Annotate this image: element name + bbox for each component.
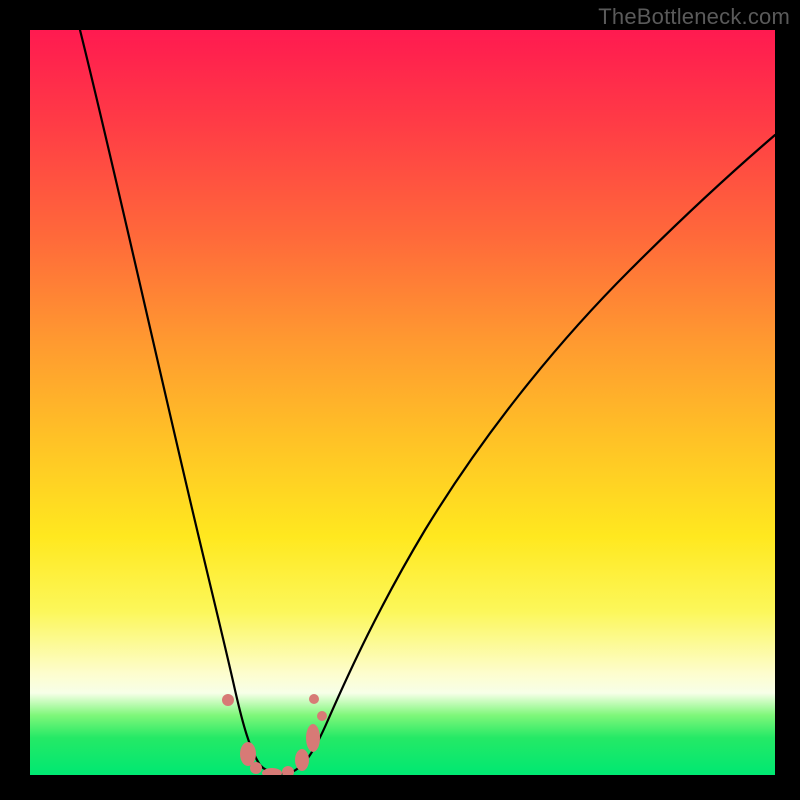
bottleneck-curve	[80, 30, 775, 774]
plot-area	[30, 30, 775, 775]
marker-blob	[295, 749, 309, 771]
marker-blob	[306, 724, 320, 752]
marker-dot	[222, 694, 234, 706]
marker-blob	[240, 742, 256, 766]
bottleneck-curve-svg	[30, 30, 775, 775]
marker-dot	[250, 762, 262, 774]
watermark-text: TheBottleneck.com	[598, 4, 790, 30]
chart-frame: TheBottleneck.com	[0, 0, 800, 800]
marker-dot	[317, 711, 327, 721]
marker-dot	[309, 694, 319, 704]
marker-dot	[282, 766, 294, 775]
